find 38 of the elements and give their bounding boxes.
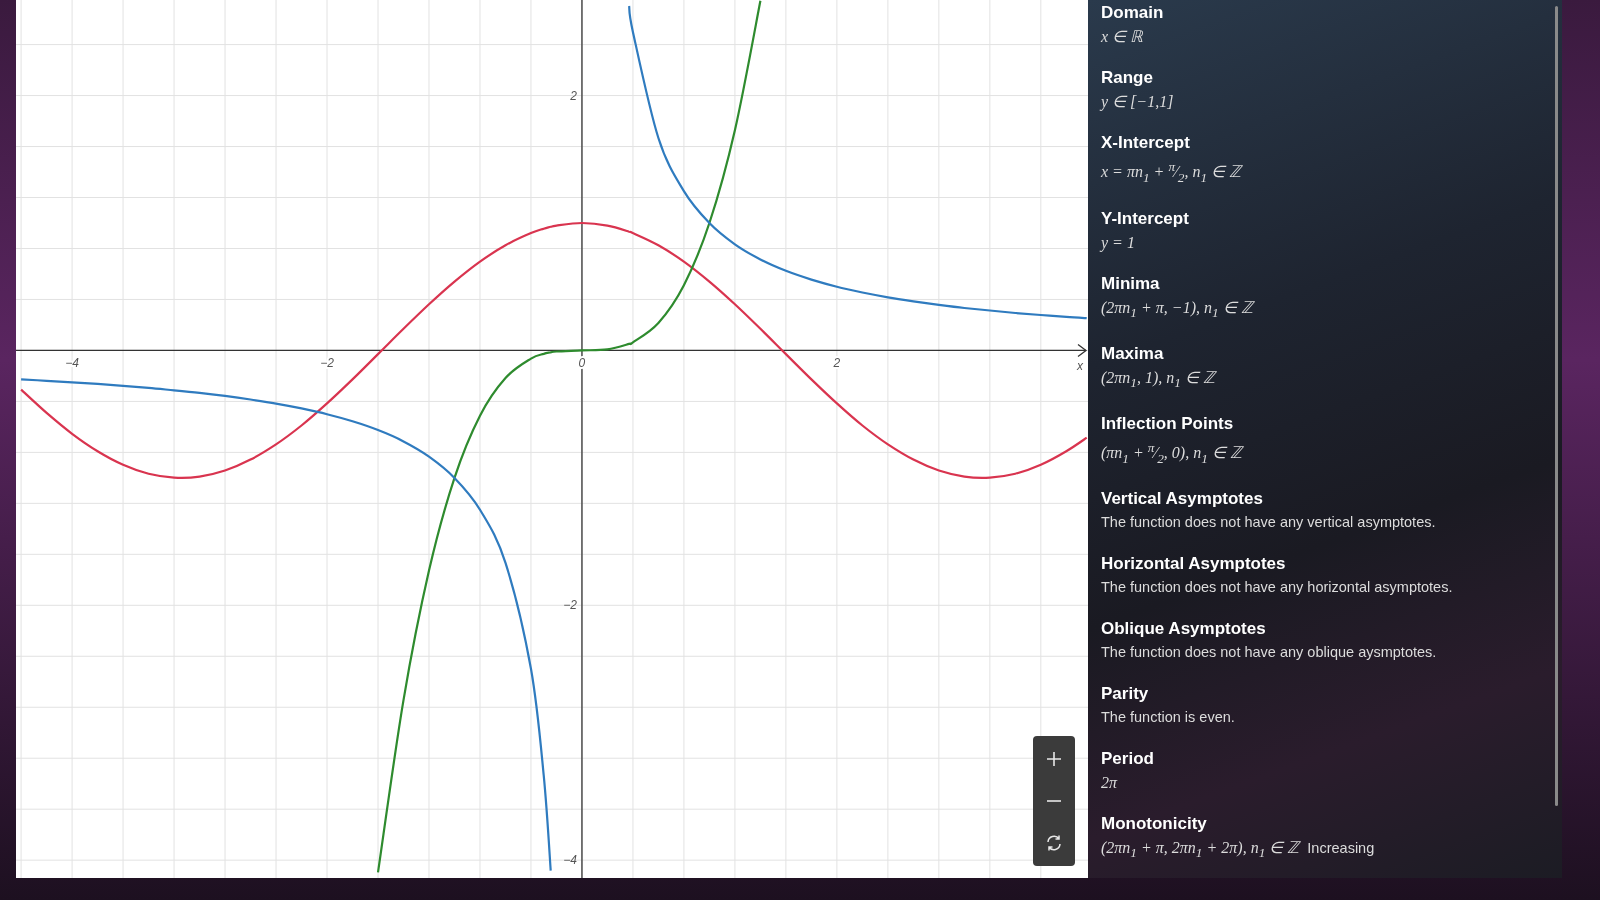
y-tick-label: −4 [563,853,577,868]
property-description: The function does not have any vertical asymptotes. [1101,513,1436,533]
property-title: Parity [1101,684,1150,705]
x-tick-label: −4 [65,356,79,371]
property-title: Monotonicity [1101,814,1208,835]
property-title: Vertical Asymptotes [1101,489,1264,510]
property-title: Range [1101,68,1154,88]
math-expression: (2πn$_{1}$ + π, 2πn$_{1}$ + 2π), n$_{1}$ ∈ ℤ [1101,838,1300,863]
x-tick-label: 2 [833,356,841,371]
property-title: Y-Intercept [1101,208,1190,229]
property-title: Maxima [1101,343,1165,364]
property-title: X-Intercept [1101,133,1191,153]
property-description: The function is even. [1101,708,1235,728]
y-tick-label: −2 [563,598,577,613]
x-tick-label: −2 [320,356,334,371]
property-title: Oblique Asymptotes [1101,619,1267,640]
minus-icon [1046,799,1062,803]
property-title: Domain [1101,3,1165,23]
property-title: Inflection Points [1101,413,1235,434]
property-description: The function does not have any oblique aysmptotes. [1101,643,1437,663]
property-description: The function does not have any horizontal asymptotes. [1101,578,1453,598]
math-expression: (2πn$_{1}$, 1), n$_{1}$ ∈ ℤ [1101,367,1215,392]
math-expression: x ∈ ℝ [1101,27,1144,47]
y-tick-label: 2 [570,88,577,103]
math-expression: y = 1 [1101,232,1135,253]
math-expression: x = πn$_{1}$ + $^{π}$⁄$_{2}$, n$_{1}$ ∈ ℤ [1101,158,1242,187]
math-expression: 2π [1101,773,1117,794]
property-note: Increasing [1307,839,1375,859]
plus-icon [1046,751,1062,767]
math-expression: (2πn$_{1}$ + π, −1), n$_{1}$ ∈ ℤ [1101,297,1253,322]
math-expression: (πn$_{1}$ + $^{π}$⁄$_{2}$, 0), n$_{1}$ ∈ ℤ [1101,438,1242,468]
property-title: Period [1101,749,1155,770]
math-expression: y ∈ [−1,1] [1101,92,1174,112]
refresh-icon [1045,834,1063,852]
property-title: Minima [1101,273,1161,294]
property-title: Horizontal Asymptotes [1101,554,1287,575]
scrollbar[interactable] [1555,6,1558,806]
x-axis-label: x [1077,359,1083,374]
